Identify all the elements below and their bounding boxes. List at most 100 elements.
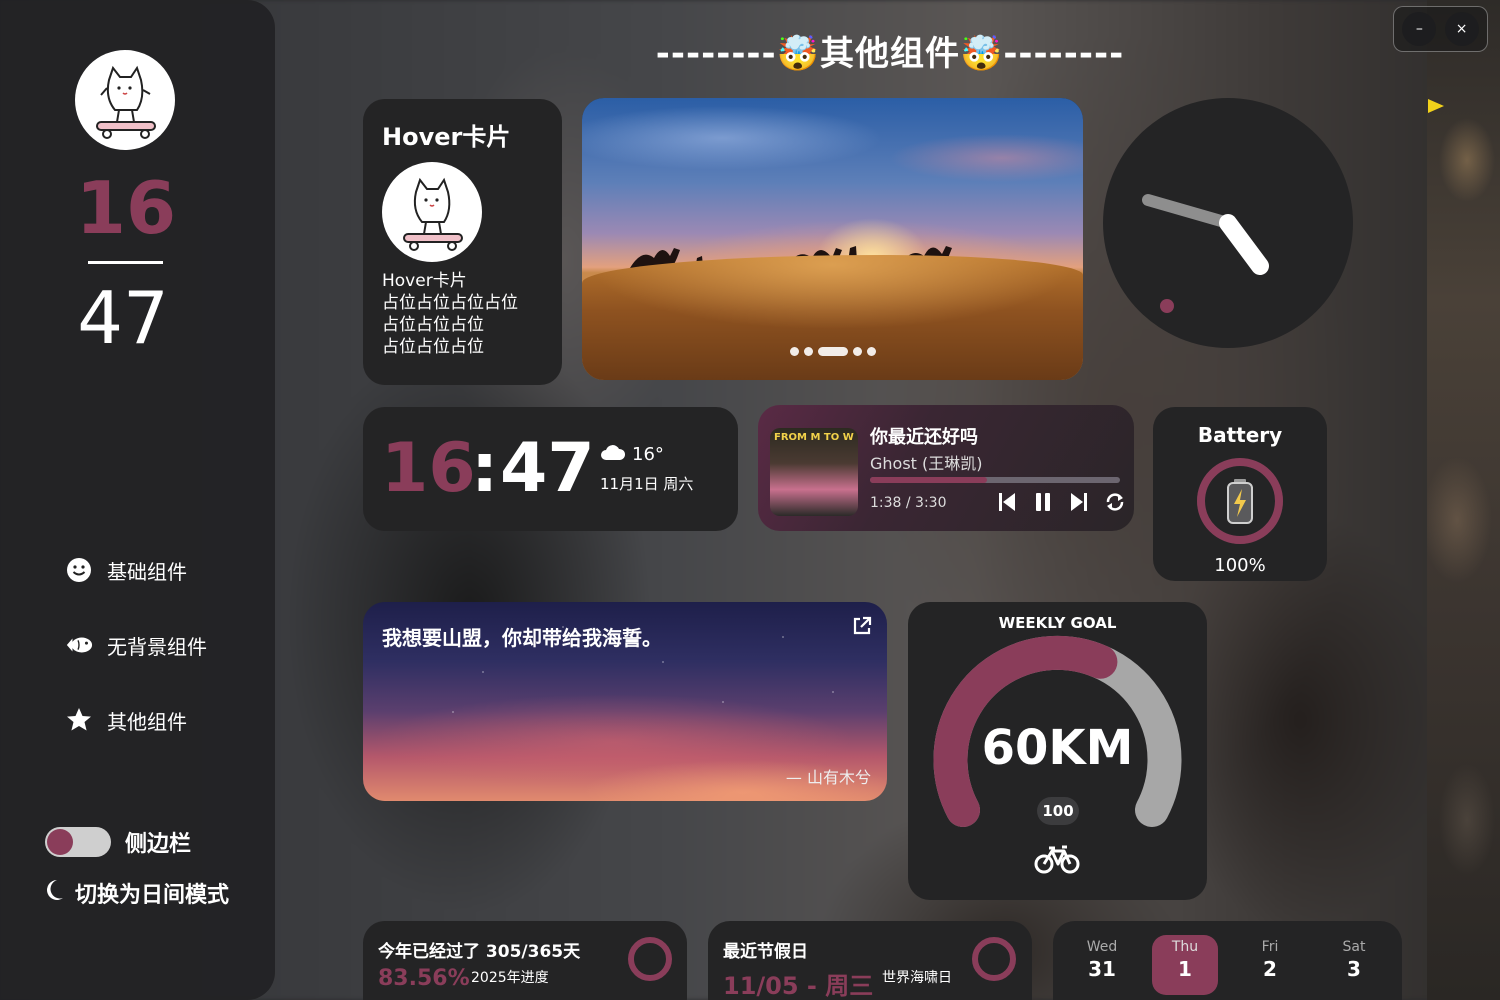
analog-clock xyxy=(1103,98,1353,348)
album-title-text: FROM M TO W xyxy=(774,432,854,443)
year-progress-label: 2025年进度 xyxy=(471,970,549,986)
temperature: 16° xyxy=(632,444,664,465)
calendar-day[interactable]: Wed 31 xyxy=(1069,935,1135,995)
song-artist: Ghost (王琳凯) xyxy=(870,454,983,473)
external-link-icon[interactable] xyxy=(851,615,873,637)
cat-skateboard-icon xyxy=(403,177,463,251)
calendar-day-today[interactable]: Thu 1 xyxy=(1152,935,1218,995)
goal-value: 60KM xyxy=(981,720,1134,776)
sidebar-hour: 16 xyxy=(75,166,177,250)
minimize-button[interactable]: – xyxy=(1402,12,1437,46)
carousel-dunes xyxy=(582,255,1083,380)
close-button[interactable]: × xyxy=(1444,12,1479,46)
battery-charging-icon xyxy=(1227,479,1253,524)
hour-hand xyxy=(1219,214,1269,275)
day-name: Thu xyxy=(1171,939,1199,955)
sidebar-item-label: 无背景组件 xyxy=(107,634,207,659)
time-weather-card: 16 : 47 16° 11月1日 周六 xyxy=(363,407,738,531)
day-number: 31 xyxy=(1088,957,1116,981)
cloud-icon xyxy=(600,443,626,466)
image-carousel[interactable] xyxy=(582,98,1083,380)
repeat-icon xyxy=(1106,493,1124,511)
sidebar: 16 47 基础组件 无背景组件 其他组件 侧边栏 切换为日间模式 xyxy=(0,0,275,1000)
sidebar-item-other[interactable]: 其他组件 xyxy=(65,705,187,735)
sidebar-item-nobg[interactable]: 无背景组件 xyxy=(65,630,207,660)
music-controls xyxy=(996,491,1126,513)
avatar[interactable] xyxy=(75,50,175,150)
song-title: 你最近还好吗 xyxy=(870,427,978,448)
hover-card-title: Hover卡片 xyxy=(382,123,511,151)
next-button[interactable] xyxy=(1068,491,1090,513)
pause-button[interactable] xyxy=(1032,491,1054,513)
song-progress-bar[interactable] xyxy=(870,477,1120,483)
year-progress-title: 今年已经过了 305/365天 xyxy=(378,942,581,962)
day-name: Wed xyxy=(1086,939,1118,955)
date-label: 11月1日 周六 xyxy=(600,475,694,493)
theme-mode-label: 切换为日间模式 xyxy=(75,883,230,908)
year-progress-card: 今年已经过了 305/365天 83.56% 2025年进度 xyxy=(363,921,687,1000)
minute-hand xyxy=(1142,194,1234,229)
battery-ring xyxy=(1196,457,1284,545)
holiday-date: 11/05 - 周三 xyxy=(723,972,874,1000)
previous-icon xyxy=(999,493,1015,511)
holiday-card: 最近节假日 11/05 - 周三 世界海啸日 xyxy=(708,921,1032,1000)
battery-card: Battery 100% xyxy=(1153,407,1327,581)
carousel-dot-active[interactable] xyxy=(817,347,848,356)
time-divider xyxy=(88,261,163,264)
day-number: 1 xyxy=(1178,957,1192,981)
time-minute: 47 xyxy=(500,429,595,508)
star-icon xyxy=(65,706,93,734)
bike-icon xyxy=(1034,842,1080,876)
toggle-knob xyxy=(47,829,73,855)
cat-skateboard-icon xyxy=(96,65,156,139)
calendar-day[interactable]: Sat 3 xyxy=(1321,935,1387,995)
battery-percent: 100% xyxy=(1214,555,1266,576)
carousel-dot[interactable] xyxy=(803,347,813,356)
theme-mode-button[interactable]: 切换为日间模式 xyxy=(43,877,229,909)
year-progress-ring xyxy=(628,937,672,981)
carousel-dot[interactable] xyxy=(852,347,862,356)
weekly-goal-card: WEEKLY GOAL 60KM 100 xyxy=(908,602,1207,900)
carousel-dot[interactable] xyxy=(866,347,876,356)
fish-icon xyxy=(65,631,93,659)
sidebar-item-label: 其他组件 xyxy=(107,709,187,734)
hover-card-line: 占位占位占位占位 xyxy=(382,293,518,313)
year-progress-percent: 83.56% xyxy=(378,966,470,991)
sidebar-toggle-row: 侧边栏 xyxy=(45,826,191,858)
moon-icon xyxy=(43,878,65,908)
sidebar-item-basic[interactable]: 基础组件 xyxy=(65,555,187,585)
sidebar-toggle-label: 侧边栏 xyxy=(125,832,192,857)
hover-card-line: Hover卡片 xyxy=(382,271,467,291)
carousel-dot[interactable] xyxy=(789,347,799,356)
day-number: 2 xyxy=(1263,957,1277,981)
day-name: Sat xyxy=(1342,939,1366,955)
previous-button[interactable] xyxy=(996,491,1018,513)
smile-icon xyxy=(65,556,93,584)
hover-card[interactable]: Hover卡片 Hover卡片 占位占位占位占位 占位占位占位 占位占位占位 xyxy=(363,99,562,385)
day-number: 3 xyxy=(1347,957,1361,981)
calendar-day[interactable]: Fri 2 xyxy=(1237,935,1303,995)
sidebar-minute: 47 xyxy=(77,276,169,360)
second-dot xyxy=(1160,299,1174,313)
quote-card[interactable]: 我想要山盟，你却带给我海誓。 — 山有木兮 xyxy=(363,602,887,801)
background-edge xyxy=(1427,0,1500,1000)
carousel-dots xyxy=(582,347,1083,356)
goal-target-badge: 100 xyxy=(1037,797,1079,825)
holiday-ring xyxy=(972,937,1016,981)
hover-card-avatar xyxy=(382,162,482,262)
music-player: FROM M TO W 你最近还好吗 Ghost (王琳凯) 1:38 / 3:… xyxy=(758,405,1134,531)
time-separator: : xyxy=(471,429,499,508)
holiday-title: 最近节假日 xyxy=(723,942,808,962)
hover-card-line: 占位占位占位 xyxy=(382,315,484,335)
hover-card-text: Hover卡片 占位占位占位占位 占位占位占位 占位占位占位 xyxy=(382,270,543,358)
sidebar-toggle[interactable] xyxy=(45,827,111,857)
page-title: --------🤯其他组件🤯-------- xyxy=(655,34,1125,74)
song-time: 1:38 / 3:30 xyxy=(870,495,947,511)
day-name: Fri xyxy=(1261,939,1279,955)
clock-hands xyxy=(1142,194,1269,313)
week-calendar: Wed 31 Thu 1 Fri 2 Sat 3 xyxy=(1053,921,1402,1000)
quote-author: — 山有木兮 xyxy=(785,768,871,787)
album-cover[interactable]: FROM M TO W xyxy=(770,428,858,516)
next-icon xyxy=(1071,493,1087,511)
repeat-button[interactable] xyxy=(1104,491,1126,513)
